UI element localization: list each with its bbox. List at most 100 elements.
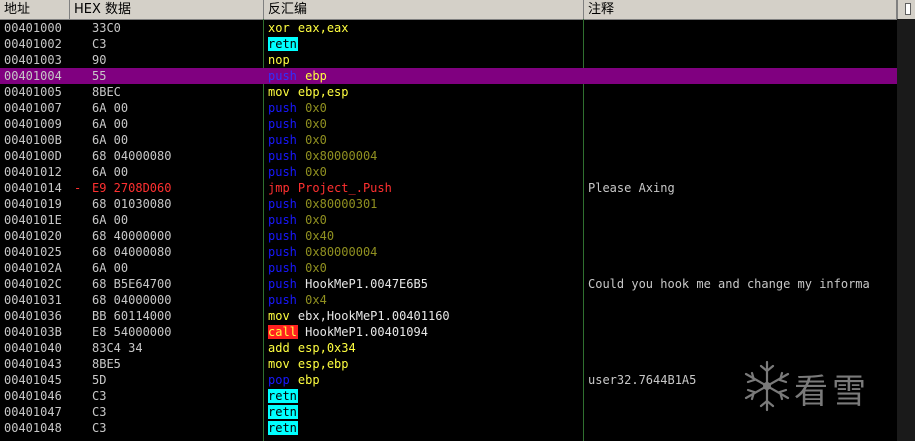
instruction-mnemonic: push	[268, 165, 297, 179]
row-hex-bytes: E9 2708D060	[92, 181, 172, 195]
row-hex-bytes: 33C0	[92, 21, 121, 35]
instruction-mnemonic: mov	[268, 309, 290, 323]
table-row[interactable]: 00401040 83C4 34 add esp,0x34	[0, 340, 897, 356]
instruction-mnemonic: push	[268, 101, 297, 115]
instruction-mnemonic: pop	[268, 373, 290, 387]
row-hex-bytes: BB 60114000	[92, 309, 172, 323]
jump-marker	[74, 132, 88, 148]
row-disassembly: retn	[268, 388, 582, 404]
instruction-operand: HookMeP1.0047E6B5	[305, 277, 428, 291]
instruction-operand: 0x0	[305, 117, 327, 131]
row-hex-bytes: 6A 00	[92, 133, 129, 147]
watermark-text: 看雪	[794, 372, 870, 412]
instruction-operand: 0x80000004	[305, 245, 378, 259]
row-address: 00401045	[4, 373, 62, 387]
instruction-mnemonic: retn	[268, 389, 298, 403]
table-row[interactable]: 00401002 C3 retn	[0, 36, 897, 52]
table-row[interactable]: 0040102C 68 B5E64700 push HookMeP1.0047E6B…	[0, 276, 897, 292]
table-row[interactable]: 00401019 68 01030080 push 0x80000301	[0, 196, 897, 212]
jump-marker	[74, 260, 88, 276]
row-address: 00401020	[4, 229, 62, 243]
instruction-mnemonic: push	[268, 197, 297, 211]
table-row[interactable]: 00401003 90 nop	[0, 52, 897, 68]
column-header-hex[interactable]: HEX 数据	[70, 0, 264, 19]
row-disassembly: mov ebp,esp	[268, 84, 582, 100]
row-hex-bytes: 6A 00	[92, 101, 129, 115]
instruction-mnemonic: xor	[268, 21, 290, 35]
table-row[interactable]: 0040103B E8 54000000 call HookMeP1.0040109…	[0, 324, 897, 340]
row-hex-bytes: 83C4 34	[92, 341, 143, 355]
row-disassembly: push 0x0	[268, 260, 582, 276]
jump-marker	[74, 164, 88, 180]
table-row[interactable]: 00401012 6A 00 push 0x0	[0, 164, 897, 180]
table-row[interactable]: 0040101E 6A 00 push 0x0	[0, 212, 897, 228]
table-row[interactable]: 00401000 33C0 xor eax,eax	[0, 20, 897, 36]
instruction-operand: 0x0	[305, 213, 327, 227]
row-hex-bytes: 8BEC	[92, 85, 121, 99]
row-address: 00401005	[4, 85, 62, 99]
table-row[interactable]: 00401020 68 40000000 push 0x40	[0, 228, 897, 244]
row-disassembly: push 0x80000004	[268, 244, 582, 260]
row-comment	[588, 68, 897, 84]
header-corner-button[interactable]	[897, 0, 915, 19]
row-comment	[588, 340, 897, 356]
row-disassembly: push 0x40	[268, 228, 582, 244]
instruction-operand: ebp	[297, 373, 320, 387]
jump-marker	[74, 100, 88, 116]
row-address: 0040102C	[4, 277, 62, 291]
jump-marker	[74, 276, 88, 292]
row-address: 0040100D	[4, 149, 62, 163]
row-hex-bytes: 68 04000000	[92, 293, 172, 307]
row-address: 0040101E	[4, 213, 62, 227]
row-hex-bytes: C3	[92, 421, 107, 435]
row-disassembly: push 0x80000301	[268, 196, 582, 212]
instruction-operand: 0x0	[305, 261, 327, 275]
table-row[interactable]: 0040102A 6A 00 push 0x0	[0, 260, 897, 276]
jump-marker	[74, 404, 88, 420]
row-address: 00401009	[4, 117, 62, 131]
row-address: 00401047	[4, 405, 62, 419]
column-header-disasm[interactable]: 反汇编	[264, 0, 584, 19]
row-hex-bytes: 6A 00	[92, 165, 129, 179]
instruction-operand: 0x0	[305, 165, 327, 179]
row-disassembly: retn	[268, 420, 582, 436]
table-row[interactable]: 00401031 68 04000000 push 0x4	[0, 292, 897, 308]
column-header-address[interactable]: 地址	[0, 0, 70, 19]
jump-marker	[74, 372, 88, 388]
row-address: 00401002	[4, 37, 62, 51]
table-row[interactable]: 00401036 BB 60114000 mov ebx,HookMeP1.0040…	[0, 308, 897, 324]
jump-marker	[74, 388, 88, 404]
instruction-mnemonic: retn	[268, 37, 298, 51]
jump-marker	[74, 116, 88, 132]
table-row[interactable]: 00401025 68 04000080 push 0x80000004	[0, 244, 897, 260]
table-row[interactable]: 00401009 6A 00 push 0x0	[0, 116, 897, 132]
column-header-comment[interactable]: 注释	[584, 0, 897, 19]
instruction-mnemonic: push	[268, 293, 297, 307]
row-comment	[588, 116, 897, 132]
instruction-operand: ebp,esp	[297, 85, 349, 99]
table-row[interactable]: 00401048 C3 retn	[0, 420, 897, 436]
snowflake-icon	[744, 360, 790, 412]
watermark: 看雪	[742, 356, 902, 416]
row-hex-bytes: 55	[92, 69, 107, 83]
jump-marker	[74, 68, 88, 84]
table-row[interactable]: 00401014- E9 2708D060 jmp Project_.Push Ple…	[0, 180, 897, 196]
row-disassembly: push ebp	[268, 68, 582, 84]
table-row[interactable]: 00401005 8BEC mov ebp,esp	[0, 84, 897, 100]
row-hex-bytes: 90	[92, 53, 107, 67]
row-hex-bytes: 68 04000080	[92, 149, 172, 163]
row-hex-bytes: 6A 00	[92, 117, 129, 131]
instruction-operand: 0x80000301	[305, 197, 378, 211]
table-row-selected[interactable]: 00401004 55 push ebp	[0, 68, 897, 84]
instruction-mnemonic: push	[268, 117, 297, 131]
instruction-mnemonic: push	[268, 229, 297, 243]
table-row[interactable]: 00401007 6A 00 push 0x0	[0, 100, 897, 116]
instruction-mnemonic: push	[268, 69, 297, 83]
row-address: 0040100B	[4, 133, 62, 147]
row-comment	[588, 132, 897, 148]
table-row[interactable]: 0040100D 68 04000080 push 0x80000004	[0, 148, 897, 164]
row-disassembly: push 0x80000004	[268, 148, 582, 164]
row-comment	[588, 308, 897, 324]
table-row[interactable]: 0040100B 6A 00 push 0x0	[0, 132, 897, 148]
row-comment	[588, 324, 897, 340]
